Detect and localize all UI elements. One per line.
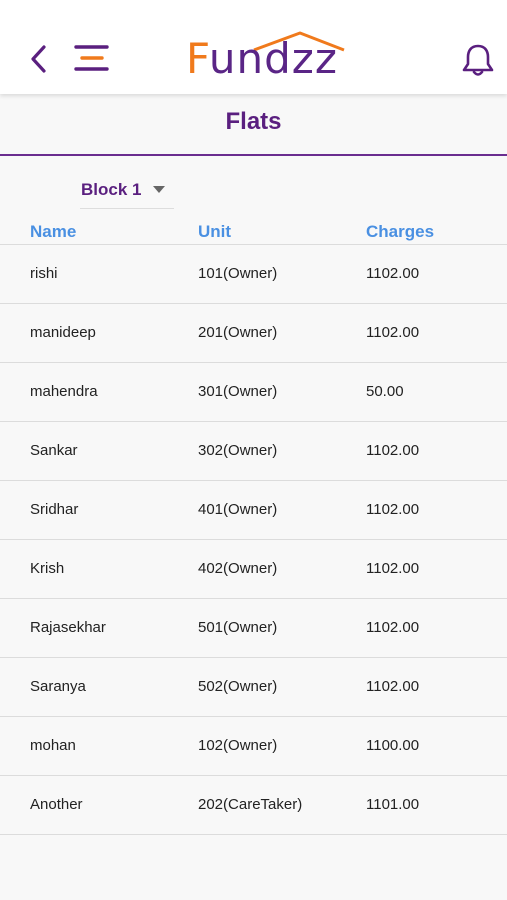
cell-charges: 1100.00 [366, 737, 420, 754]
caret-down-icon [153, 186, 165, 193]
menu-button[interactable] [72, 42, 112, 76]
cell-charges: 1102.00 [366, 560, 420, 577]
table-header: Name Unit Charges [0, 214, 507, 245]
block-dropdown-value: Block 1 [81, 180, 142, 199]
cell-unit: 502(Owner) [198, 678, 278, 695]
cell-name: mahendra [30, 383, 98, 400]
column-header-unit: Unit [198, 222, 232, 241]
cell-name: Rajasekhar [30, 619, 106, 636]
cell-unit: 102(Owner) [198, 737, 278, 754]
page-title: Flats [225, 108, 282, 135]
table-row[interactable]: Krish 402(Owner) 1102.00 [0, 540, 507, 599]
cell-charges: 1102.00 [366, 265, 420, 282]
title-bar: Flats [0, 94, 507, 156]
cell-name: Sridhar [30, 501, 79, 518]
fundzz-logo: Fundzz [186, 30, 346, 84]
table-row[interactable]: mahendra 301(Owner) 50.00 [0, 363, 507, 422]
table-row[interactable]: Sridhar 401(Owner) 1102.00 [0, 481, 507, 540]
cell-name: Saranya [30, 678, 86, 695]
cell-name: Another [30, 796, 83, 813]
table-row[interactable]: Another 202(CareTaker) 1101.00 [0, 776, 507, 835]
cell-name: rishi [30, 265, 58, 282]
cell-name: manideep [30, 324, 96, 341]
logo-wordmark: undzz [208, 34, 338, 83]
column-header-name: Name [30, 222, 77, 241]
column-header-charges: Charges [366, 222, 435, 241]
logo-letter-f: F [186, 34, 209, 83]
table-row[interactable]: manideep 201(Owner) 1102.00 [0, 304, 507, 363]
block-dropdown[interactable]: Block 1 [80, 172, 174, 209]
cell-charges: 1102.00 [366, 501, 420, 518]
cell-unit: 101(Owner) [198, 265, 278, 282]
hamburger-menu-icon [74, 45, 109, 71]
table-row[interactable]: mohan 102(Owner) 1100.00 [0, 717, 507, 776]
cell-charges: 1102.00 [366, 324, 420, 341]
bell-icon [462, 44, 494, 76]
cell-unit: 501(Owner) [198, 619, 278, 636]
cell-charges: 1102.00 [366, 678, 420, 695]
cell-name: Sankar [30, 442, 78, 459]
table-row[interactable]: Sankar 302(Owner) 1102.00 [0, 422, 507, 481]
cell-unit: 302(Owner) [198, 442, 278, 459]
notifications-button[interactable] [460, 42, 496, 78]
table-row[interactable]: rishi 101(Owner) 1102.00 [0, 245, 507, 304]
cell-name: mohan [30, 737, 76, 754]
cell-charges: 1102.00 [366, 442, 420, 459]
cell-unit: 402(Owner) [198, 560, 278, 577]
table-row[interactable]: Rajasekhar 501(Owner) 1102.00 [0, 599, 507, 658]
cell-unit: 301(Owner) [198, 383, 278, 400]
chevron-left-icon [31, 45, 46, 73]
flats-table: rishi 101(Owner) 1102.00 manideep 201(Owner)… [0, 245, 507, 835]
cell-unit: 202(CareTaker) [198, 796, 303, 813]
cell-charges: 50.00 [366, 383, 404, 400]
cell-name: Krish [30, 560, 65, 577]
app-header: Fundzz [0, 0, 507, 94]
table-row[interactable]: Saranya 502(Owner) 1102.00 [0, 658, 507, 717]
back-button[interactable] [26, 40, 54, 80]
cell-unit: 201(Owner) [198, 324, 278, 341]
cell-unit: 401(Owner) [198, 501, 278, 518]
cell-charges: 1101.00 [366, 796, 420, 813]
cell-charges: 1102.00 [366, 619, 420, 636]
